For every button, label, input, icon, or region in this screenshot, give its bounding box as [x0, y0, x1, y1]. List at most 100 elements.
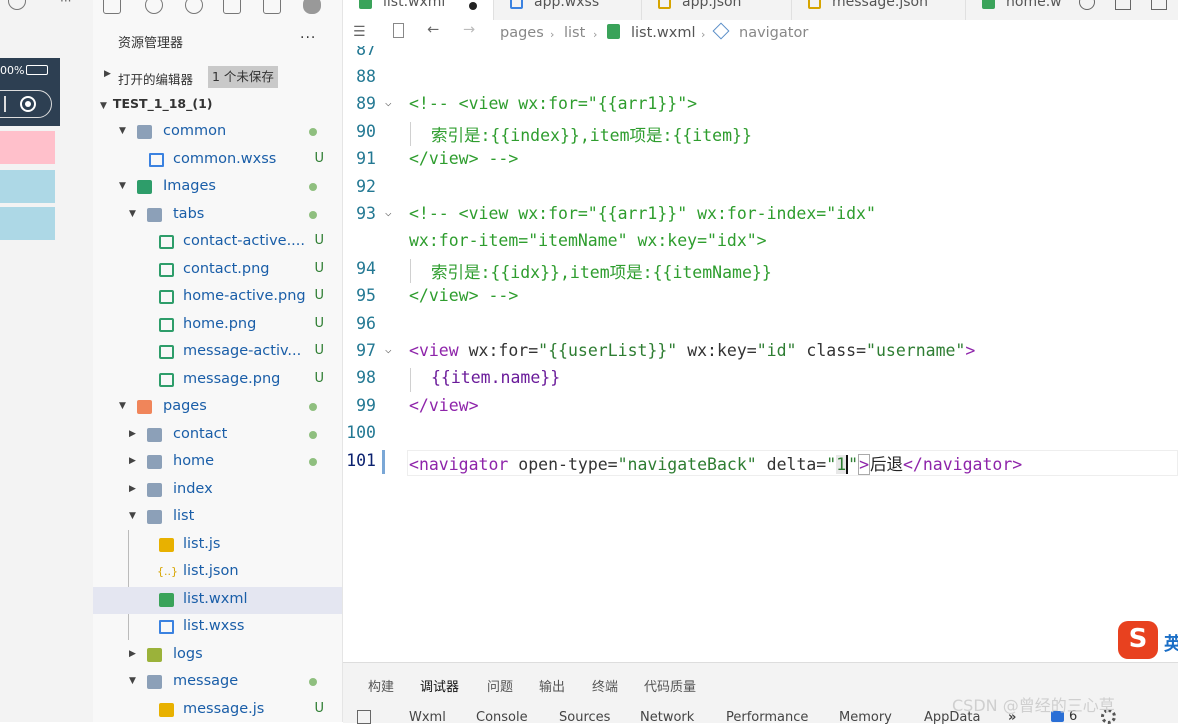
breadcrumb-item-list[interactable]: list — [564, 25, 585, 41]
tree-label: home — [173, 453, 215, 469]
tab-debugger[interactable]: 调试器 — [420, 676, 459, 695]
sim-status-bar: 00% — [0, 58, 60, 84]
tree-file-message-active[interactable]: message-activ... U — [93, 339, 342, 366]
tab-build[interactable]: 构建 — [368, 676, 394, 695]
tree-file-contact-active[interactable]: contact-active.... U — [93, 229, 342, 256]
token: navigator — [922, 455, 1013, 474]
tree-file-home-png[interactable]: home.png U — [93, 312, 342, 339]
line-number: 94 — [356, 259, 376, 278]
wxml-file-icon — [359, 0, 372, 9]
tab-app-json[interactable]: app.json — [641, 0, 792, 20]
tree-label: list.json — [183, 563, 239, 579]
tree-file-list-wxss[interactable]: list.wxss — [93, 614, 342, 641]
tree-folder-contact[interactable]: ▶ contact — [93, 422, 342, 449]
project-root-header[interactable]: ▼ TEST_1_18_(1) — [100, 96, 212, 111]
status-badge: U — [314, 316, 324, 331]
more-actions-icon[interactable] — [1151, 0, 1167, 10]
subtab-console[interactable]: Console — [476, 710, 528, 725]
fold-chevron-icon[interactable]: ⌵ — [385, 343, 392, 356]
tree-file-home-active[interactable]: home-active.png U — [93, 284, 342, 311]
bookmark-icon[interactable] — [393, 23, 404, 38]
tree-folder-tabs[interactable]: ▼ tabs — [93, 202, 342, 229]
line-number: 99 — [356, 396, 376, 415]
tab-problems[interactable]: 问题 — [487, 676, 513, 695]
chevron-right-icon: ▶ — [129, 429, 136, 439]
tree-folder-images[interactable]: ▼ Images — [93, 174, 342, 201]
tree-file-common-wxss[interactable]: common.wxss U — [93, 147, 342, 174]
tree-file-contact-png[interactable]: contact.png U — [93, 257, 342, 284]
tab-home-wxml[interactable]: home.w — [965, 0, 1066, 20]
tree-file-message-js[interactable]: message.js U — [93, 697, 342, 724]
token: 1 — [836, 455, 847, 474]
tree-file-message-png[interactable]: message.png U — [93, 367, 342, 394]
tree-file-list-js[interactable]: list.js — [93, 532, 342, 559]
split-editor-icon[interactable] — [1115, 0, 1131, 10]
sim-record-icon[interactable] — [8, 0, 26, 10]
chevron-down-icon: ▼ — [129, 511, 136, 521]
tab-code-quality[interactable]: 代码质量 — [644, 676, 696, 695]
tree-folder-home[interactable]: ▶ home — [93, 449, 342, 476]
modified-gutter-marker — [382, 450, 385, 474]
search-icon[interactable] — [145, 0, 163, 14]
subtab-memory[interactable]: Memory — [839, 710, 892, 725]
subtab-sources[interactable]: Sources — [559, 710, 610, 725]
tree-label: tabs — [173, 206, 205, 222]
save-icon[interactable] — [263, 0, 281, 14]
tab-terminal[interactable]: 终端 — [592, 676, 618, 695]
extensions-icon[interactable] — [223, 0, 241, 14]
line-number: 91 — [356, 149, 376, 168]
ime-logo-icon[interactable]: S — [1118, 621, 1158, 659]
tab-message-json[interactable]: message.json — [791, 0, 966, 20]
compare-icon[interactable] — [1079, 0, 1095, 10]
json-file-icon: {..} — [157, 565, 178, 578]
list-icon[interactable]: ☰ — [353, 24, 366, 40]
tab-output[interactable]: 输出 — [539, 676, 565, 695]
folder-icon — [147, 455, 162, 469]
token: < — [409, 455, 419, 474]
tree-folder-common[interactable]: ▼ common — [93, 119, 342, 146]
breadcrumb: ☰ ← → pages › list › list.wxml › navigat… — [343, 22, 1178, 46]
tree-folder-logs[interactable]: ▶ logs — [93, 642, 342, 669]
token: view — [418, 341, 459, 360]
tab-app-wxss[interactable]: app.wxss — [493, 0, 642, 20]
breadcrumb-item-pages[interactable]: pages — [500, 25, 544, 41]
chevron-right-icon: › — [550, 28, 555, 41]
tree-folder-message[interactable]: ▼ message — [93, 669, 342, 696]
tree-file-list-wxml[interactable]: list.wxml — [93, 587, 342, 614]
wxml-file-icon — [159, 593, 174, 607]
code-editor[interactable]: 87 88 89 90 91 92 93 94 95 96 97 98 99 1… — [343, 46, 1178, 662]
back-arrow-icon[interactable]: ← — [427, 22, 439, 38]
tree-folder-index[interactable]: ▶ index — [93, 477, 342, 504]
tree-file-list-json[interactable]: {..} list.json — [93, 559, 342, 586]
tree-folder-pages[interactable]: ▼ pages — [93, 394, 342, 421]
fold-chevron-icon[interactable]: ⌵ — [385, 206, 392, 219]
subtab-wxml[interactable]: Wxml — [409, 710, 446, 725]
breadcrumb-item-navigator[interactable]: navigator — [739, 25, 808, 41]
tree-label: list — [173, 508, 195, 524]
unsaved-dot-icon[interactable] — [469, 2, 477, 10]
subtab-performance[interactable]: Performance — [726, 710, 808, 725]
fold-chevron-icon[interactable]: ⌵ — [385, 96, 392, 109]
ime-mode[interactable]: 英 — [1164, 630, 1178, 656]
explorer-more-icon[interactable]: ··· — [300, 30, 316, 46]
status-dot — [309, 183, 317, 191]
breadcrumb-item-file[interactable]: list.wxml — [631, 25, 696, 41]
images-folder-icon — [137, 180, 152, 194]
sim-more-icon[interactable]: ··· — [60, 0, 71, 8]
wxss-file-icon — [149, 153, 164, 167]
files-icon[interactable] — [103, 0, 121, 14]
tree-label: pages — [163, 398, 207, 414]
forward-arrow-icon[interactable]: → — [463, 22, 475, 38]
source-control-icon[interactable] — [185, 0, 203, 14]
tree-folder-list[interactable]: ▼ list — [93, 504, 342, 531]
line-number: 101 — [346, 451, 376, 470]
tab-list-wxml[interactable]: list.wxml — [343, 0, 493, 20]
subtab-network[interactable]: Network — [640, 710, 694, 725]
cloud-icon[interactable] — [303, 0, 321, 14]
status-badge: U — [314, 261, 324, 276]
line-number: 92 — [356, 177, 376, 196]
indent-guide — [410, 368, 411, 392]
token: " — [826, 455, 837, 474]
